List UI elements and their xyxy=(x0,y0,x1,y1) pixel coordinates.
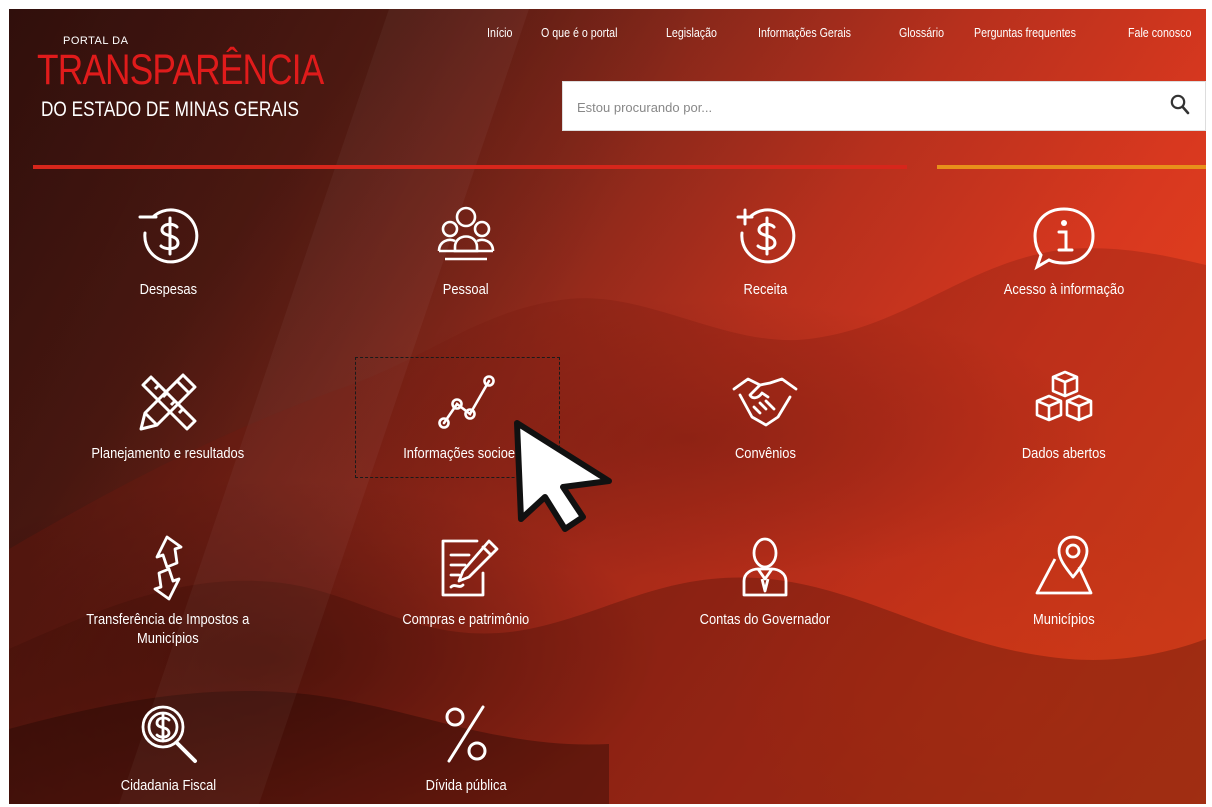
tile-label: Informações socioeco xyxy=(403,445,529,462)
tile-municipios[interactable]: Municípios xyxy=(929,533,1199,633)
nav-legislacao[interactable]: Legislação xyxy=(666,25,717,40)
red-divider xyxy=(33,165,907,169)
nav-o-que-e-o-portal[interactable]: O que é o portal xyxy=(541,25,617,40)
tile-label: Despesas xyxy=(139,281,197,298)
tile-label: Receita xyxy=(743,281,787,298)
logo-title: TRANSPARÊNCIA xyxy=(37,46,324,94)
tile-compras-patrimonio[interactable]: Compras e patrimônio xyxy=(331,533,601,633)
magnifier-coin-icon xyxy=(141,705,197,763)
tile-label: Cidadania Fiscal xyxy=(120,777,216,794)
search-button[interactable] xyxy=(1157,82,1205,130)
handshake-icon xyxy=(732,377,798,427)
search-input[interactable] xyxy=(575,82,1159,132)
nav-perguntas-frequentes[interactable]: Perguntas frequentes xyxy=(974,25,1076,40)
tile-label: Convênios xyxy=(734,445,796,462)
tile-label: Contas do Governador xyxy=(699,611,831,628)
tile-label: Acesso à informação xyxy=(1003,281,1125,298)
tile-informacoes-socioeconomicas[interactable]: Informações socioeco xyxy=(331,367,601,467)
line-chart-icon xyxy=(438,375,495,429)
orange-divider xyxy=(937,165,1206,169)
search-box xyxy=(562,81,1206,132)
tile-label: Dívida pública xyxy=(425,777,507,794)
page-frame: PORTAL DA TRANSPARÊNCIA DO ESTADO DE MIN… xyxy=(9,9,1206,804)
tile-label: Pessoal xyxy=(443,281,489,298)
info-bubble-icon xyxy=(1033,207,1095,271)
cubes-icon xyxy=(1035,370,1093,422)
tile-pessoal[interactable]: Pessoal xyxy=(331,203,601,303)
nav-informacoes-gerais[interactable]: Informações Gerais xyxy=(758,25,851,40)
tile-transferencia-impostos[interactable]: Transferência de Impostos a Municípios xyxy=(33,533,303,647)
tile-label: Planejamento e resultados xyxy=(91,445,245,462)
document-pen-icon xyxy=(441,539,499,597)
tile-label: Dados abertos xyxy=(1022,445,1106,462)
money-minus-icon xyxy=(138,208,199,264)
pencil-ruler-icon xyxy=(139,373,197,431)
tile-cidadania-fiscal[interactable]: Cidadania Fiscal xyxy=(33,699,303,799)
tile-convenios[interactable]: Convênios xyxy=(630,367,900,467)
tile-label: Transferência de Impostos a xyxy=(86,611,250,628)
nav-inicio[interactable]: Início xyxy=(487,25,512,40)
percent-icon xyxy=(445,705,487,763)
search-icon xyxy=(1170,94,1190,115)
tile-label: Compras e patrimônio xyxy=(402,611,530,628)
transfer-arrows-icon xyxy=(153,535,183,601)
tile-receita[interactable]: Receita xyxy=(630,203,900,303)
tile-dados-abertos[interactable]: Dados abertos xyxy=(929,367,1199,467)
money-plus-icon xyxy=(736,208,796,264)
nav-glossario[interactable]: Glossário xyxy=(899,25,944,40)
tile-divida-publica[interactable]: Dívida pública xyxy=(331,699,601,799)
tile-despesas[interactable]: Despesas xyxy=(33,203,303,303)
map-pin-icon xyxy=(1035,535,1093,595)
logo-subtitle: DO ESTADO DE MINAS GERAIS xyxy=(41,98,300,121)
tile-planejamento-resultados[interactable]: Planejamento e resultados xyxy=(33,367,303,467)
people-group-icon xyxy=(437,206,495,261)
tile-label: Municípios xyxy=(1033,611,1095,628)
tile-label-line2: Municípios xyxy=(137,630,199,647)
tile-acesso-informacao[interactable]: Acesso à informação xyxy=(929,203,1199,303)
tile-contas-governador[interactable]: Contas do Governador xyxy=(630,533,900,633)
nav-fale-conosco[interactable]: Fale conosco xyxy=(1128,25,1191,40)
person-icon xyxy=(742,537,788,597)
